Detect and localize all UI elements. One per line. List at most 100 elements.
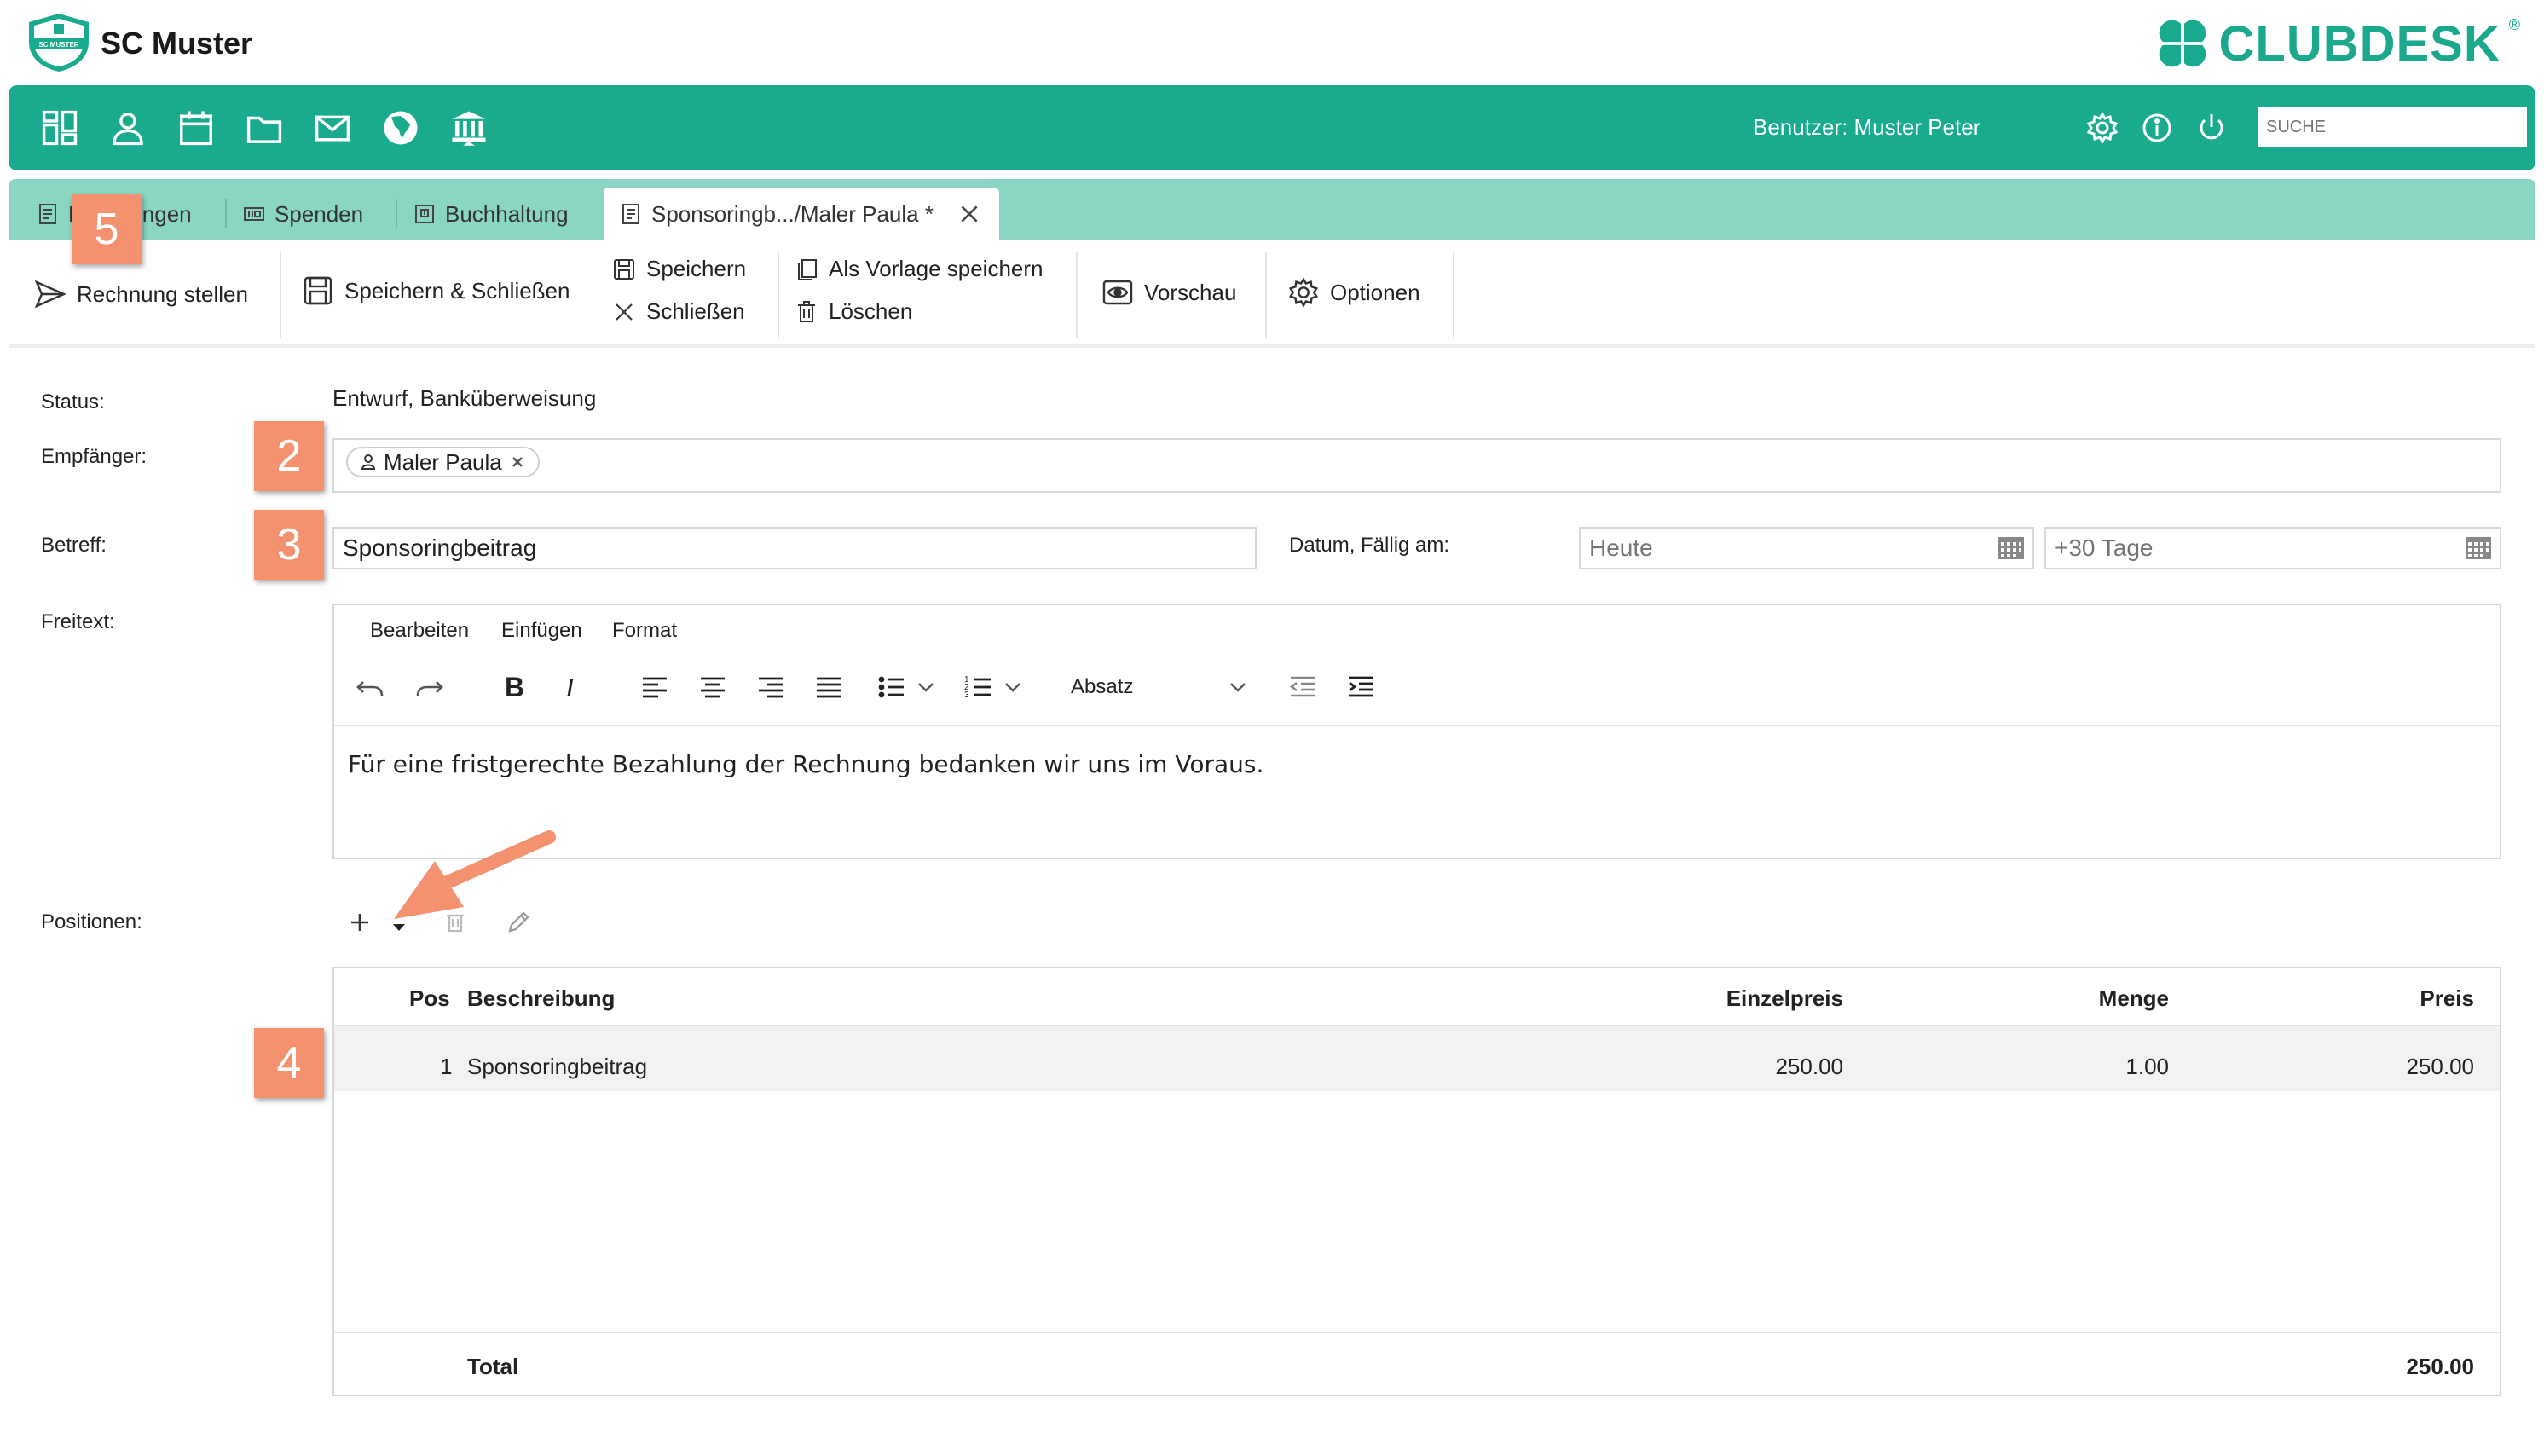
align-center-icon[interactable] xyxy=(696,670,730,704)
ledger-icon xyxy=(415,205,434,223)
main-navbar: Benutzer: Muster Peter xyxy=(9,85,2535,170)
chevron-down-icon xyxy=(1230,683,1246,692)
numbered-list-icon[interactable]: 123 xyxy=(962,670,996,704)
send-invoice-button[interactable]: Rechnung stellen xyxy=(34,278,248,310)
editor-menu-insert[interactable]: Einfügen xyxy=(501,619,582,643)
folder-icon[interactable] xyxy=(244,107,285,148)
recipient-field[interactable]: Maler Paula xyxy=(332,438,2501,493)
cell-price: 250.00 xyxy=(2406,1054,2474,1079)
tab-label: Buchhaltung xyxy=(445,200,569,227)
editor-content[interactable]: Für eine fristgerechte Bezahlung der Rec… xyxy=(348,750,1263,778)
italic-icon[interactable]: I xyxy=(554,670,588,704)
align-left-icon[interactable] xyxy=(638,670,672,704)
tab-strip: R ngen Spenden Buchhaltung Sponsoringb..… xyxy=(9,179,2535,240)
positions-label: Positionen: xyxy=(41,910,142,933)
globe-icon[interactable] xyxy=(380,107,421,148)
chevron-down-icon[interactable] xyxy=(914,670,938,704)
callout-arrow-icon xyxy=(394,830,556,919)
info-icon[interactable] xyxy=(2140,111,2174,145)
registered-mark: ® xyxy=(2508,15,2520,33)
calendar-icon[interactable] xyxy=(1998,537,2024,559)
table-row[interactable] xyxy=(334,1026,2500,1091)
eye-icon xyxy=(1102,280,1133,305)
cell-quantity: 1.00 xyxy=(2125,1054,2169,1079)
clubdesk-logo: CLUBDESK ® xyxy=(2154,14,2520,73)
recipient-chip-label: Maler Paula xyxy=(384,448,502,475)
preview-button[interactable]: Vorschau xyxy=(1101,276,1236,309)
chevron-down-icon[interactable] xyxy=(1001,670,1025,704)
column-header-unit-price[interactable]: Einzelpreis xyxy=(1726,985,1843,1012)
recipient-chip[interactable]: Maler Paula xyxy=(346,447,540,477)
options-button[interactable]: Optionen xyxy=(1287,276,1420,309)
callout-badge-4: 4 xyxy=(254,1028,324,1098)
undo-icon[interactable] xyxy=(353,670,387,704)
cell-unit-price: 250.00 xyxy=(1775,1054,1843,1079)
column-header-quantity[interactable]: Menge xyxy=(2099,985,2169,1012)
tab-sponsoring-maler-paula[interactable]: Sponsoringb.../Maler Paula * xyxy=(604,188,999,240)
save-template-button[interactable]: Als Vorlage speichern xyxy=(795,256,1043,282)
save-close-label: Speichern & Schließen xyxy=(344,277,570,303)
person-icon[interactable] xyxy=(107,107,148,148)
club-logo: SC MUSTER xyxy=(26,12,92,73)
add-position-icon[interactable] xyxy=(344,907,379,941)
indent-icon[interactable] xyxy=(1344,670,1378,704)
save-icon xyxy=(304,276,332,305)
close-icon xyxy=(616,303,633,321)
gear-icon[interactable] xyxy=(2085,111,2119,145)
trash-icon xyxy=(798,300,815,322)
column-header-description[interactable]: Beschreibung xyxy=(467,985,615,1012)
tab-spenden[interactable]: Spenden xyxy=(227,188,397,240)
donation-icon xyxy=(244,207,264,221)
tab-buchhaltung[interactable]: Buchhaltung xyxy=(397,188,602,240)
invoice-icon xyxy=(39,204,56,224)
redo-icon[interactable] xyxy=(413,670,447,704)
date-input[interactable] xyxy=(1581,529,2032,568)
calendar-icon[interactable] xyxy=(176,107,217,148)
save-button[interactable]: Speichern xyxy=(612,256,746,282)
align-right-icon[interactable] xyxy=(754,670,788,704)
editor-menu-edit[interactable]: Bearbeiten xyxy=(370,619,469,643)
bullet-list-icon[interactable] xyxy=(875,670,909,704)
subject-field[interactable] xyxy=(332,527,1257,569)
align-justify-icon[interactable] xyxy=(812,670,846,704)
search-input[interactable] xyxy=(2258,107,2527,147)
editor-menu-format[interactable]: Format xyxy=(612,619,677,643)
toolbar-divider xyxy=(1265,252,1267,338)
save-icon xyxy=(614,258,634,280)
clubdesk-wordmark: CLUBDESK xyxy=(2218,15,2501,72)
close-button[interactable]: Schließen xyxy=(612,298,745,325)
save-close-button[interactable]: Speichern & Schließen xyxy=(302,274,570,307)
power-icon[interactable] xyxy=(2194,111,2229,145)
calendar-icon[interactable] xyxy=(2466,537,2491,559)
club-badge-text: SC MUSTER xyxy=(38,41,78,49)
date-field[interactable] xyxy=(1579,527,2034,569)
bold-icon[interactable]: B xyxy=(496,670,530,704)
outdent-icon[interactable] xyxy=(1286,670,1320,704)
current-user-label: Benutzer: Muster Peter xyxy=(1753,114,1981,140)
save-label: Speichern xyxy=(646,256,747,281)
subject-input[interactable] xyxy=(334,529,1255,568)
person-icon xyxy=(361,454,376,470)
delete-button[interactable]: Löschen xyxy=(795,298,912,325)
column-header-pos[interactable]: Pos xyxy=(409,985,450,1012)
due-date-input[interactable] xyxy=(2046,529,2500,568)
options-label: Optionen xyxy=(1330,279,1420,305)
dashboard-icon[interactable] xyxy=(39,107,80,148)
tab-label-end: ngen xyxy=(142,200,192,227)
remove-icon[interactable] xyxy=(509,454,526,471)
paragraph-format-select[interactable]: Absatz xyxy=(1071,670,1250,704)
tab-label: Spenden xyxy=(275,200,364,227)
date-label: Datum, Fällig am: xyxy=(1289,534,1450,557)
club-name: SC Muster xyxy=(101,26,253,61)
callout-badge-3: 3 xyxy=(254,510,324,580)
due-date-field[interactable] xyxy=(2044,527,2501,569)
cell-description: Sponsoringbeitrag xyxy=(467,1054,648,1079)
mail-icon[interactable] xyxy=(312,107,353,148)
toolbar-divider xyxy=(280,252,281,338)
delete-label: Löschen xyxy=(829,298,913,324)
freetext-editor: Bearbeiten Einfügen Format B I 123 Absat… xyxy=(332,604,2501,859)
column-header-price[interactable]: Preis xyxy=(2420,985,2474,1012)
cell-pos: 1 xyxy=(440,1054,453,1079)
bank-icon[interactable] xyxy=(448,107,489,148)
close-icon[interactable] xyxy=(957,202,981,226)
